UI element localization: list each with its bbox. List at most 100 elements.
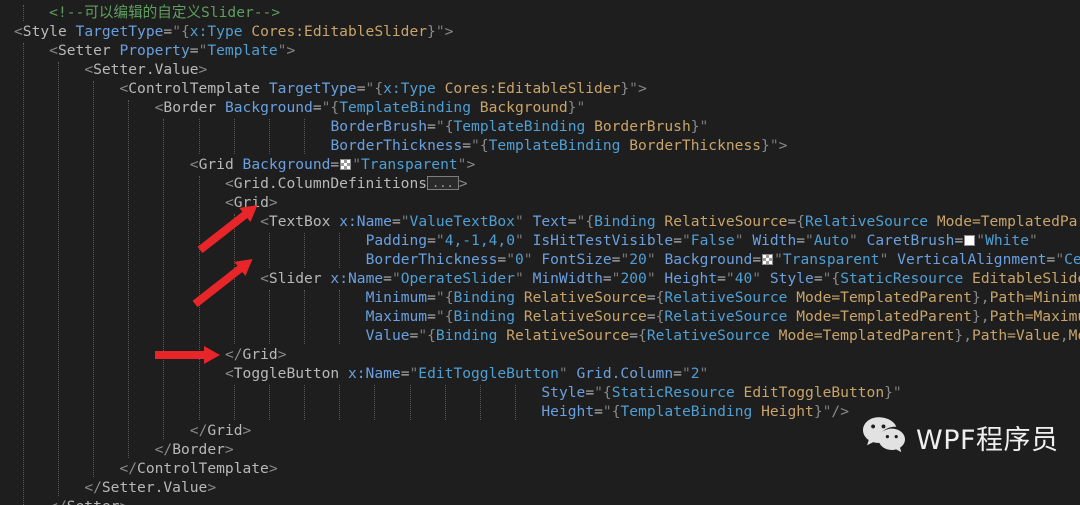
code-line[interactable]: Maximum="{Binding RelativeSource={Relati… [0,307,1080,326]
code-token: 4,-1,4,0 [444,232,515,249]
code-token: { [444,289,454,306]
code-line[interactable]: <TextBox x:Name="ValueTextBox" Text="{Bi… [0,212,1080,231]
code-token: = [585,384,595,401]
code-token: </ [224,346,243,363]
code-token: " [172,23,181,40]
code-line[interactable]: <Style TargetType="{x:Type Cores:Editabl… [0,22,1080,41]
code-token: RelativeSource [506,327,630,344]
code-token: " [892,384,902,401]
code-line[interactable]: <Grid Background= "Transparent"> [0,155,1080,174]
code-line[interactable]: <ToggleButton x:Name="EditToggleButton" … [0,364,1080,383]
code-token: Mode=TemplatedParent [796,308,972,325]
color-swatch-white-icon [964,235,976,246]
code-token: " [699,118,709,135]
code-token: " [514,213,524,230]
code-line[interactable]: Style="{StaticResource EditToggleButton}… [0,383,1080,402]
code-token: Mode=TwoWay [1068,327,1080,344]
code-token: White [985,232,1029,249]
code-line[interactable]: <ControlTemplate TargetType="{x:Type Cor… [0,79,1080,98]
code-line[interactable]: <Border Background="{TemplateBinding Bac… [0,98,1080,117]
code-token: < [260,213,269,230]
code-token: Background [242,156,331,173]
code-line[interactable]: <Setter Property="Template"> [0,41,1080,60]
code-token: = [673,365,682,382]
code-token: { [374,80,384,97]
code-token: RelativeSource [664,289,788,306]
code-token: = [409,327,419,344]
code-token: Path=Minimum [989,289,1080,306]
code-token: Path=Maximum [989,308,1080,325]
code-token: } [620,80,630,97]
code-line[interactable]: <Grid.ColumnDefinitions... > [0,174,1080,193]
code-token: " [506,251,515,268]
code-token: x:Name [339,213,392,230]
code-token: Grid [207,422,243,439]
code-token: Mode=TemplatedParent [778,327,955,344]
code-line[interactable]: <Slider x:Name="OperateSlider" MinWidth=… [0,269,1080,288]
code-token: " [602,403,612,420]
code-token: = [567,213,577,230]
code-token: " [435,289,445,306]
code-line[interactable]: </Setter> [0,497,1080,505]
code-token: TargetType [75,23,164,40]
code-line[interactable]: <Setter.Value> [0,60,1080,79]
code-token: " [523,251,533,268]
code-token: } [884,384,893,401]
code-token: " [725,270,735,287]
code-token: > [466,156,476,173]
code-token: Height [541,403,595,420]
code-token: Binding [594,213,656,230]
code-token: = [427,118,436,135]
code-line[interactable]: </ControlTemplate> [0,459,1080,478]
code-line[interactable]: Minimum="{Binding RelativeSource={Relati… [0,288,1080,307]
code-token: VerticalAlignment [897,251,1047,268]
code-token: = [427,308,436,325]
code-token: 2 [690,365,700,382]
code-token: Setter [67,498,120,505]
code-line[interactable]: Value="{Binding RelativeSource={Relative… [0,326,1080,345]
code-line[interactable]: <!--可以编辑的自定义Slider--> [0,3,1080,22]
code-token: CaretBrush [866,232,955,249]
code-token: > [268,460,278,477]
code-line[interactable]: <Grid> [0,193,1080,212]
code-token: Template [207,42,278,59]
code-token: > [778,137,788,154]
collapsed-region-marker[interactable]: ... [427,176,459,190]
code-token: Style [541,384,586,401]
code-token: Binding [453,289,516,306]
code-line[interactable]: BorderBrush="{TemplateBinding BorderBrus… [0,117,1080,136]
watermark: WPF程序员 [862,416,1059,458]
code-line[interactable]: BorderThickness="{TemplateBinding Border… [0,136,1080,155]
code-token: Path=Value [971,327,1060,344]
code-token: { [611,403,621,420]
code-line[interactable]: Padding="4,-1,4,0" IsHitTestVisible="Fal… [0,231,1080,250]
code-token: BorderBrush [594,118,691,135]
code-token: < [49,42,58,59]
code-token: } [971,289,981,306]
code-token: > [224,441,234,458]
code-token: > [207,479,217,496]
code-token: { [638,327,647,344]
code-token: = [796,232,806,249]
code-line[interactable]: </Setter.Value> [0,478,1080,497]
code-token: < [84,61,94,78]
code-token: " [774,251,783,268]
code-token: Value [365,327,410,344]
code-token: " [576,213,586,230]
code-token: BorderBrush [330,118,428,135]
code-token: 40 [734,270,753,287]
code-line[interactable]: BorderThickness="0" FontSize="20" Backgr… [0,250,1080,269]
code-token: Binding [435,327,498,344]
code-token: " [752,270,762,287]
code-token: = [383,270,392,287]
code-token: OperateSlider [400,270,515,287]
code-token: " [646,270,656,287]
code-token: Grid.ColumnDefinitions [233,175,428,192]
